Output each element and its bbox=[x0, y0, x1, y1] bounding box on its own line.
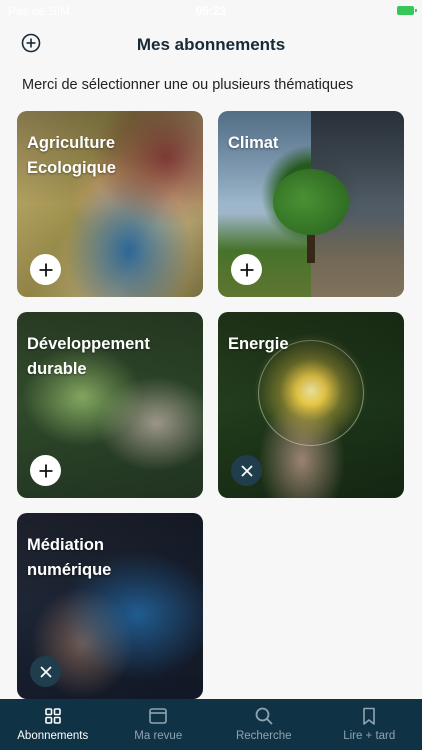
theme-card-climat[interactable]: Climat bbox=[218, 111, 404, 297]
theme-card-mediation-numerique[interactable]: Médiation numérique bbox=[17, 513, 203, 699]
instructions-text: Merci de sélectionner une ou plusieurs t… bbox=[22, 77, 354, 93]
subscribe-button[interactable] bbox=[30, 254, 61, 285]
tab-label: Ma revue bbox=[134, 730, 183, 742]
browser-window-icon bbox=[149, 708, 168, 724]
bookmark-icon bbox=[363, 707, 376, 725]
tab-label: Recherche bbox=[235, 730, 292, 742]
unsubscribe-button[interactable] bbox=[30, 656, 61, 687]
tab-ma-revue[interactable]: Ma revue bbox=[106, 699, 212, 750]
header: Mes abonnements bbox=[0, 28, 422, 62]
subscribe-button[interactable] bbox=[30, 455, 61, 486]
plus-icon bbox=[240, 263, 253, 276]
tab-recherche[interactable]: Recherche bbox=[211, 699, 317, 750]
theme-card-agriculture-ecologique[interactable]: Agriculture Ecologique bbox=[17, 111, 203, 297]
card-title: Agriculture Ecologique bbox=[27, 134, 116, 177]
theme-card-energie[interactable]: Energie bbox=[218, 312, 404, 498]
card-title: Développement durable bbox=[27, 335, 150, 378]
page-title: Mes abonnements bbox=[136, 35, 286, 54]
plus-icon bbox=[39, 464, 52, 477]
status-bar: Pas de SIM 09:23 bbox=[0, 0, 422, 22]
subscribe-button[interactable] bbox=[231, 254, 262, 285]
theme-card-developpement-durable[interactable]: Développement durable bbox=[17, 312, 203, 498]
plus-icon bbox=[39, 263, 52, 276]
search-icon bbox=[255, 707, 273, 725]
tab-bar: Abonnements Ma revue Recherche Lire + ta… bbox=[0, 699, 422, 750]
tab-label: Lire + tard bbox=[343, 730, 396, 742]
tab-label: Abonnements bbox=[17, 730, 89, 742]
status-time: 09:23 bbox=[195, 4, 227, 18]
unsubscribe-button[interactable] bbox=[231, 455, 262, 486]
grid-icon bbox=[44, 708, 61, 724]
close-icon bbox=[39, 665, 52, 678]
card-title: Energie bbox=[228, 335, 289, 353]
card-title: Climat bbox=[228, 134, 279, 152]
tab-lire-plus-tard[interactable]: Lire + tard bbox=[317, 699, 422, 750]
tab-abonnements[interactable]: Abonnements bbox=[0, 699, 106, 750]
battery-icon bbox=[397, 6, 417, 15]
card-title: Médiation numérique bbox=[27, 536, 112, 579]
close-icon bbox=[240, 464, 253, 477]
